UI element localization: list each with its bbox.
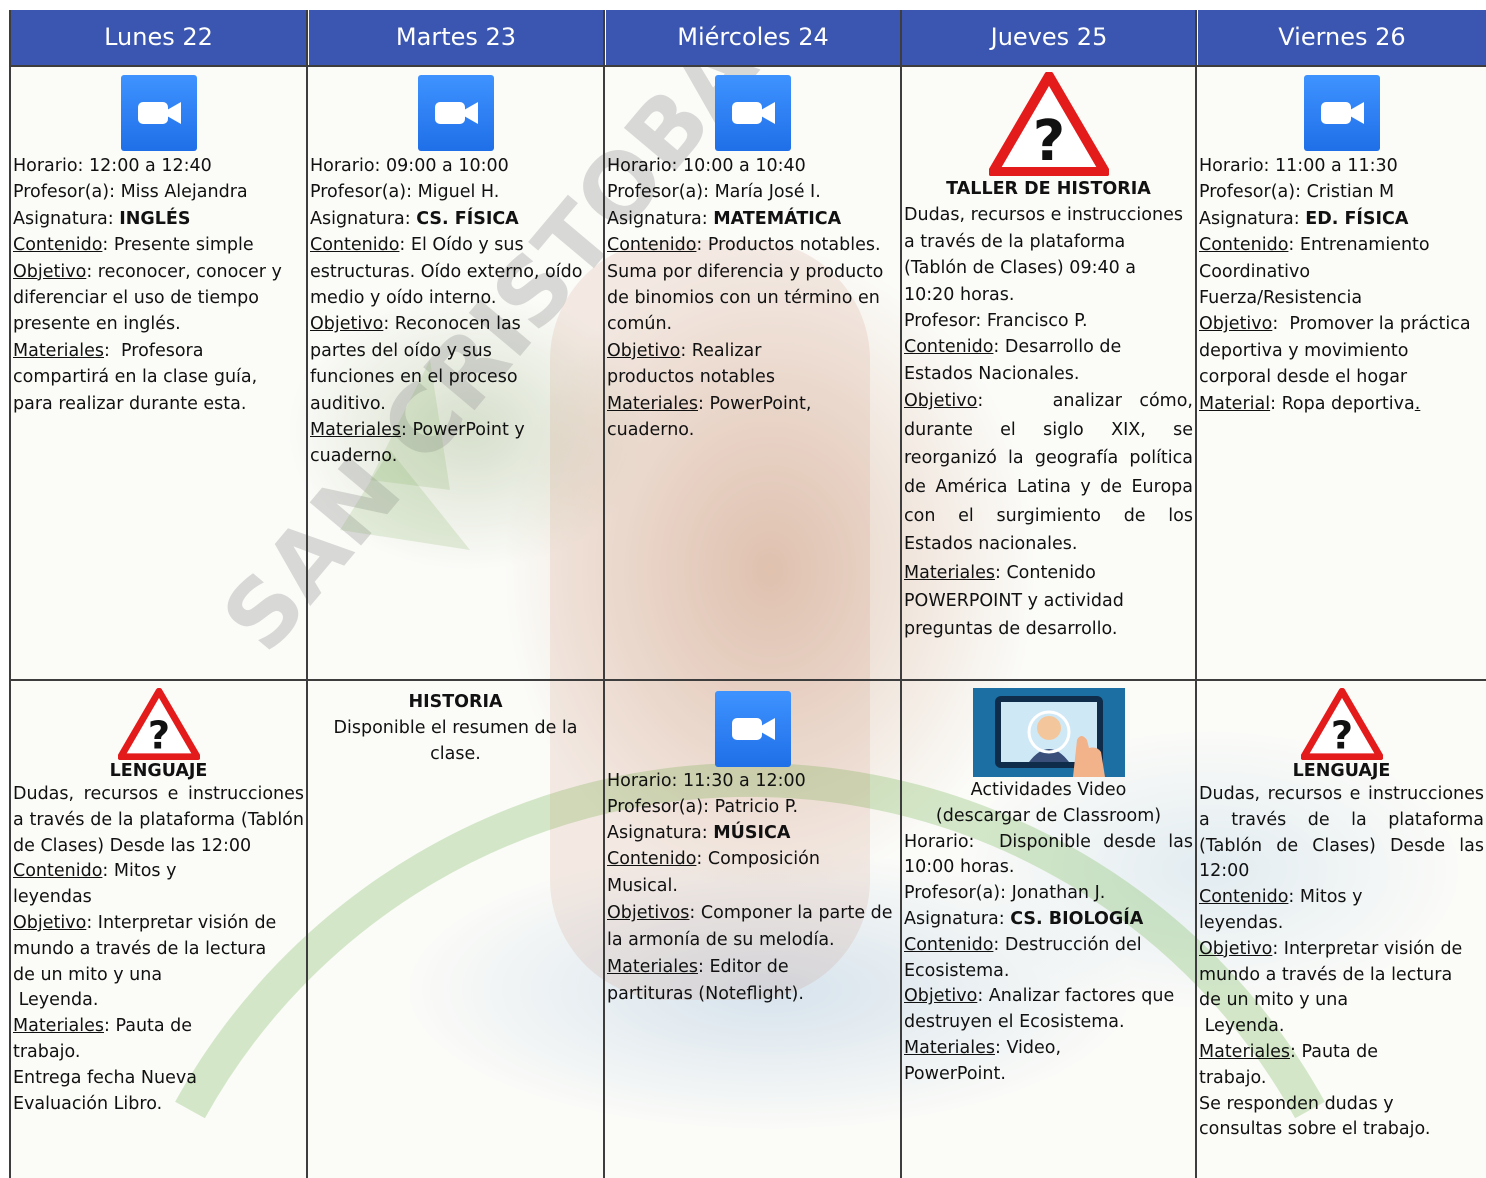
- day-header-viernes: Viernes 26: [1198, 10, 1486, 65]
- zoom-video-icon[interactable]: [607, 688, 898, 769]
- objetivo: Objetivo: analizar cómo, durante el sigl…: [904, 391, 1193, 555]
- asignatura: Asignatura: MATEMÁTICA: [607, 208, 842, 229]
- material: Material: Ropa deportiva.: [1199, 393, 1421, 414]
- zoom-video-icon[interactable]: [13, 72, 304, 153]
- warning-question-icon[interactable]: ?: [13, 688, 304, 760]
- asignatura: Asignatura: CS. FÍSICA: [310, 208, 519, 229]
- video-subtitle: (descargar de Classroom): [935, 805, 1162, 826]
- contenido: Contenido: Destrucción del Ecosistema.: [904, 934, 1142, 981]
- profesor: Profesor(a): Cristian M: [1199, 182, 1395, 203]
- materiales: Materiales: PowerPoint y cuaderno.: [310, 420, 525, 467]
- video-title: Actividades Video: [970, 780, 1127, 800]
- asignatura: Asignatura: ED. FÍSICA: [1199, 208, 1409, 229]
- extra-note: Se responden dudas y consultas sobre el …: [1199, 1093, 1431, 1140]
- contenido: Contenido: Desarrollo de Estados Naciona…: [904, 337, 1122, 384]
- video-lesson-icon[interactable]: [904, 688, 1193, 778]
- section-title: HISTORIA: [408, 692, 503, 712]
- summary-text: Disponible el resumen de la clase.: [333, 717, 578, 764]
- svg-text:?: ?: [1032, 109, 1064, 174]
- cell-viernes-row2: ? LENGUAJE Dudas, recursos e instruccion…: [1197, 688, 1486, 1143]
- cell-miercoles-row1: Horario: 10:00 a 10:40 Profesor(a): Marí…: [605, 72, 900, 443]
- profesor: Profesor(a): Miss Alejandra: [13, 182, 248, 203]
- cell-jueves-row2: Actividades Video (descargar de Classroo…: [902, 688, 1195, 1088]
- horario: Horario: 12:00 a 12:40: [13, 156, 212, 176]
- warning-question-icon[interactable]: ?: [1199, 688, 1484, 760]
- contenido: Contenido: Composición Musical.: [607, 849, 820, 897]
- cell-miercoles-row2: Horario: 11:30 a 12:00 Profesor(a): Patr…: [605, 688, 900, 1008]
- objetivo: Objetivo: Analizar factores que destruye…: [904, 986, 1175, 1033]
- materiales: Materiales: Editor de partituras (Notefl…: [607, 957, 804, 1005]
- horario: Horario: 11:30 a 12:00: [607, 771, 806, 791]
- cell-martes-row1: Horario: 09:00 a 10:00 Profesor(a): Migu…: [308, 72, 603, 470]
- contenido: Contenido: Presente simple: [13, 235, 254, 256]
- profesor: Profesor(a): Miguel H.: [310, 182, 500, 203]
- materiales: Materiales: Contenido POWERPOINT y activ…: [904, 562, 1124, 639]
- profesor: Profesor(a): Patricio P.: [607, 796, 799, 817]
- svg-text:?: ?: [147, 714, 169, 759]
- objetivo: Objetivo: Promover la práctica deportiva…: [1199, 314, 1471, 388]
- cell-lunes-row2: ? LENGUAJE Dudas, recursos e instruccion…: [11, 688, 306, 1117]
- asignatura: Asignatura: MÚSICA: [607, 822, 791, 843]
- contenido: Contenido: Productos notables. Suma por …: [607, 235, 884, 335]
- grid-line: [10, 65, 1486, 67]
- grid-line: [10, 679, 1486, 681]
- section-title: LENGUAJE: [109, 761, 208, 781]
- horario: Horario: 09:00 a 10:00: [310, 156, 509, 176]
- profesor: Profesor(a): Jonathan J.: [904, 883, 1106, 904]
- contenido: Contenido: Mitos y leyendas: [13, 861, 177, 908]
- contenido: Contenido: El Oído y sus estructuras. Oí…: [310, 235, 583, 309]
- cell-viernes-row1: Horario: 11:00 a 11:30 Profesor(a): Cris…: [1197, 72, 1486, 417]
- objetivo: Objetivo: Interpretar visión de mundo a …: [13, 912, 277, 1011]
- horario: Horario: 11:00 a 11:30: [1199, 156, 1398, 176]
- profesor: Profesor(a): María José I.: [607, 182, 821, 203]
- objetivo: Objetivo: Interpretar visión de mundo a …: [1199, 938, 1463, 1037]
- svg-text:?: ?: [1330, 714, 1352, 759]
- day-header-jueves: Jueves 25: [902, 10, 1196, 65]
- objetivo: Objetivo: Realizar productos notables: [607, 340, 775, 388]
- horario: Horario: 10:00 a 10:40: [607, 156, 806, 176]
- zoom-video-icon[interactable]: [310, 72, 601, 153]
- cell-lunes-row1: Horario: 12:00 a 12:40 Profesor(a): Miss…: [11, 72, 306, 417]
- cell-jueves-row1: ? TALLER DE HISTORIA Dudas, recursos e i…: [902, 72, 1195, 643]
- objetivo: Objetivo: Reconocen las partes del oído …: [310, 314, 521, 414]
- extra-note: Entrega fecha Nueva Evaluación Libro.: [13, 1067, 197, 1114]
- section-title: LENGUAJE: [1292, 761, 1391, 781]
- intro-text: Dudas, recursos e instrucciones a través…: [904, 205, 1183, 305]
- day-header-lunes: Lunes 22: [10, 10, 307, 65]
- weekly-schedule: Lunes 22 Martes 23 Miércoles 24 Jueves 2…: [9, 10, 1486, 1178]
- materiales: Materiales: PowerPoint, cuaderno.: [607, 393, 812, 441]
- zoom-video-icon[interactable]: [607, 72, 898, 153]
- objetivo: Objetivo: reconocer, conocer y diferenci…: [13, 261, 282, 335]
- asignatura: Asignatura: INGLÉS: [13, 208, 191, 229]
- zoom-video-icon[interactable]: [1199, 72, 1484, 153]
- contenido: Contenido: Mitos y leyendas.: [1199, 887, 1363, 933]
- objetivos: Objetivos: Componer la parte de la armon…: [607, 903, 893, 951]
- cell-martes-row2: HISTORIA Disponible el resumen de la cla…: [308, 690, 603, 767]
- asignatura: Asignatura: CS. BIOLOGÍA: [904, 908, 1144, 929]
- contenido: Contenido: Entrenamiento Coordinativo Fu…: [1199, 235, 1430, 309]
- materiales: Materiales: Pauta de trabajo.: [13, 1016, 193, 1062]
- intro-text: Dudas, recursos e instrucciones a través…: [1199, 784, 1484, 882]
- section-title: TALLER DE HISTORIA: [946, 179, 1151, 199]
- day-header-martes: Martes 23: [309, 10, 603, 65]
- horario: Horario: Disponible desde las 10:00 hora…: [904, 831, 1193, 878]
- profesor: Profesor: Francisco P.: [904, 311, 1088, 332]
- warning-question-icon[interactable]: ?: [904, 72, 1193, 176]
- intro-text: Dudas, recursos e instrucciones a través…: [13, 784, 304, 856]
- materiales: Materiales: Video, PowerPoint.: [904, 1037, 1062, 1084]
- materiales: Materiales: Profesora compartirá en la c…: [13, 340, 258, 414]
- materiales: Materiales: Pauta de trabajo.: [1199, 1041, 1379, 1088]
- day-header-miercoles: Miércoles 24: [606, 10, 900, 65]
